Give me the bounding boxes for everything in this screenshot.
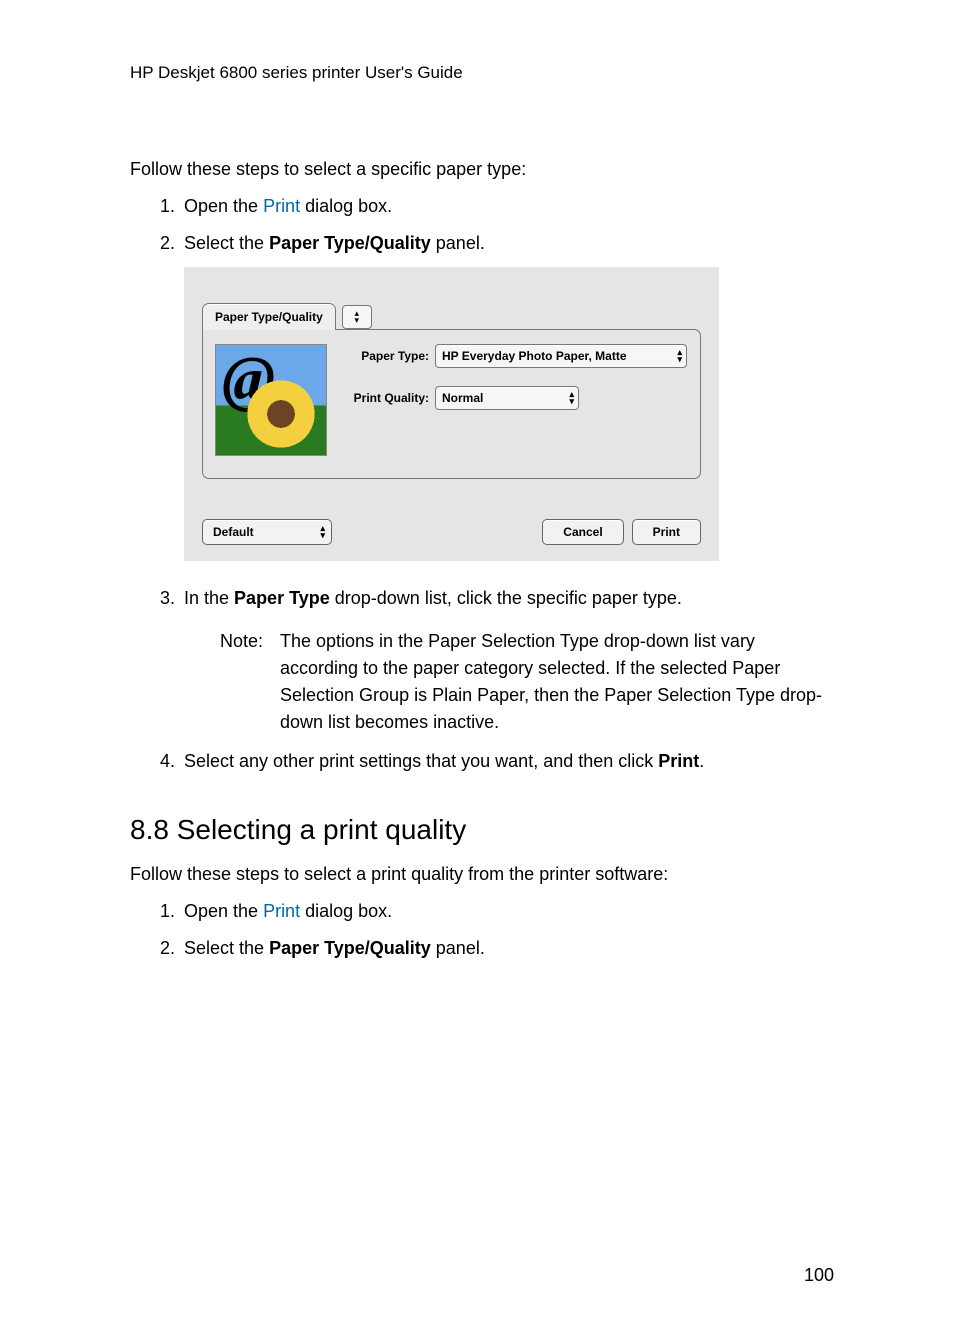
panel-tab-paper-type-quality[interactable]: Paper Type/Quality [202,303,336,330]
print-quality-dropdown[interactable]: Normal ▴▾ [435,386,579,410]
print-dialog-screenshot: Paper Type/Quality ▴▾ @ Paper Type: HP E… [184,267,719,561]
note-label: Note: [220,628,280,736]
page-number: 100 [130,1262,834,1289]
cancel-button[interactable]: Cancel [542,519,623,545]
paper-type-dropdown[interactable]: HP Everyday Photo Paper, Matte ▴▾ [435,344,687,368]
paper-type-label: Paper Type: [341,347,429,365]
section2-step-1: Open the Print dialog box. [180,898,834,925]
section2-step-2: Select the Paper Type/Quality panel. [180,935,834,962]
panel-select-dropdown[interactable]: ▴▾ [342,305,372,329]
section-heading-8-8: 8.8 Selecting a print quality [130,809,834,851]
section1-intro: Follow these steps to select a specific … [130,156,834,183]
print-button[interactable]: Print [632,519,701,545]
updown-icon: ▴▾ [677,349,682,363]
section2-intro: Follow these steps to select a print qua… [130,861,834,888]
step-3: In the Paper Type drop-down list, click … [180,585,834,736]
print-quality-label: Print Quality: [341,389,429,407]
step-2: Select the Paper Type/Quality panel. Pap… [180,230,834,561]
updown-icon: ▴▾ [320,525,325,539]
document-header: HP Deskjet 6800 series printer User's Gu… [130,60,834,86]
updown-icon: ▴▾ [355,310,360,324]
print-preview-thumbnail: @ [215,344,327,456]
note-text: The options in the Paper Selection Type … [280,628,834,736]
step-4: Select any other print settings that you… [180,748,834,775]
step-1: Open the Print dialog box. [180,193,834,220]
print-link[interactable]: Print [263,196,300,216]
default-preset-dropdown[interactable]: Default ▴▾ [202,519,332,545]
print-link[interactable]: Print [263,901,300,921]
panel-body: @ Paper Type: HP Everyday Photo Paper, M… [202,329,701,479]
sunflower-graphic [246,379,316,449]
updown-icon: ▴▾ [569,391,574,405]
